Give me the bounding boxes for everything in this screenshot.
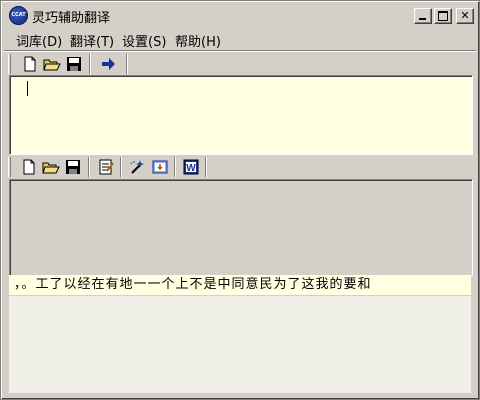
edit-notepad-icon bbox=[99, 159, 114, 175]
save-button[interactable] bbox=[64, 54, 84, 74]
open-button[interactable] bbox=[42, 54, 62, 74]
translation-output[interactable] bbox=[9, 179, 473, 276]
save-disk-icon bbox=[66, 160, 80, 174]
svg-text:W: W bbox=[186, 163, 196, 174]
app-logo-icon[interactable]: CCAT bbox=[9, 6, 28, 25]
menu-settings[interactable]: 设置(S) bbox=[122, 31, 166, 50]
new-file-icon bbox=[24, 56, 36, 72]
open-folder-icon bbox=[42, 162, 60, 174]
edit-button[interactable] bbox=[96, 157, 116, 177]
wizard-tool-icon bbox=[130, 160, 144, 174]
close-button[interactable]: ✕ bbox=[456, 8, 474, 24]
text-caret bbox=[27, 81, 28, 96]
maximize-button[interactable] bbox=[434, 8, 452, 24]
toolbar-separator bbox=[89, 54, 91, 74]
open-button[interactable] bbox=[41, 157, 61, 177]
toolbar-separator bbox=[205, 157, 207, 177]
title-bar[interactable]: CCAT 灵巧辅助翻译 ✕ bbox=[4, 4, 476, 26]
save-button[interactable] bbox=[63, 157, 83, 177]
maximize-icon bbox=[438, 11, 448, 21]
import-image-icon bbox=[152, 160, 168, 174]
open-folder-icon bbox=[43, 59, 61, 71]
window-title: 灵巧辅助翻译 bbox=[32, 11, 111, 26]
close-icon: ✕ bbox=[460, 9, 470, 22]
menu-translate[interactable]: 翻译(T) bbox=[70, 31, 114, 50]
toolbar-separator bbox=[88, 157, 90, 177]
toolbar-separator bbox=[120, 157, 122, 177]
lower-panel bbox=[9, 296, 471, 393]
translate-button[interactable] bbox=[98, 54, 118, 74]
main-toolbar bbox=[4, 52, 476, 76]
new-file-icon bbox=[23, 159, 35, 175]
word-document-icon: W bbox=[183, 159, 199, 175]
menu-bar: 词库(D) 翻译(T) 设置(S) 帮助(H) bbox=[4, 28, 476, 51]
word-export-button[interactable]: W bbox=[181, 157, 201, 177]
menu-help[interactable]: 帮助(H) bbox=[175, 31, 221, 50]
toolbar-separator bbox=[174, 157, 176, 177]
import-button[interactable] bbox=[150, 157, 170, 177]
wizard-button[interactable] bbox=[127, 157, 147, 177]
toolbar-grip[interactable] bbox=[8, 54, 11, 74]
source-text-input[interactable] bbox=[9, 75, 473, 155]
toolbar-grip[interactable] bbox=[8, 157, 11, 177]
save-disk-icon bbox=[67, 57, 81, 71]
new-button[interactable] bbox=[20, 54, 40, 74]
menu-dictionary[interactable]: 词库(D) bbox=[16, 31, 62, 50]
toolbar-separator bbox=[126, 54, 128, 74]
candidate-word-bar[interactable]: ，。工了以经在有地一一个上不是中同意民为了这我的要和 bbox=[9, 275, 471, 295]
app-window: CCAT 灵巧辅助翻译 ✕ 词库(D) 翻译(T) 设置(S) 帮助(H) W … bbox=[0, 0, 480, 400]
minimize-button[interactable] bbox=[414, 8, 432, 24]
output-toolbar: W bbox=[4, 155, 476, 179]
translate-arrow-icon bbox=[102, 58, 115, 70]
new-button[interactable] bbox=[19, 157, 39, 177]
minimize-icon bbox=[419, 18, 426, 20]
